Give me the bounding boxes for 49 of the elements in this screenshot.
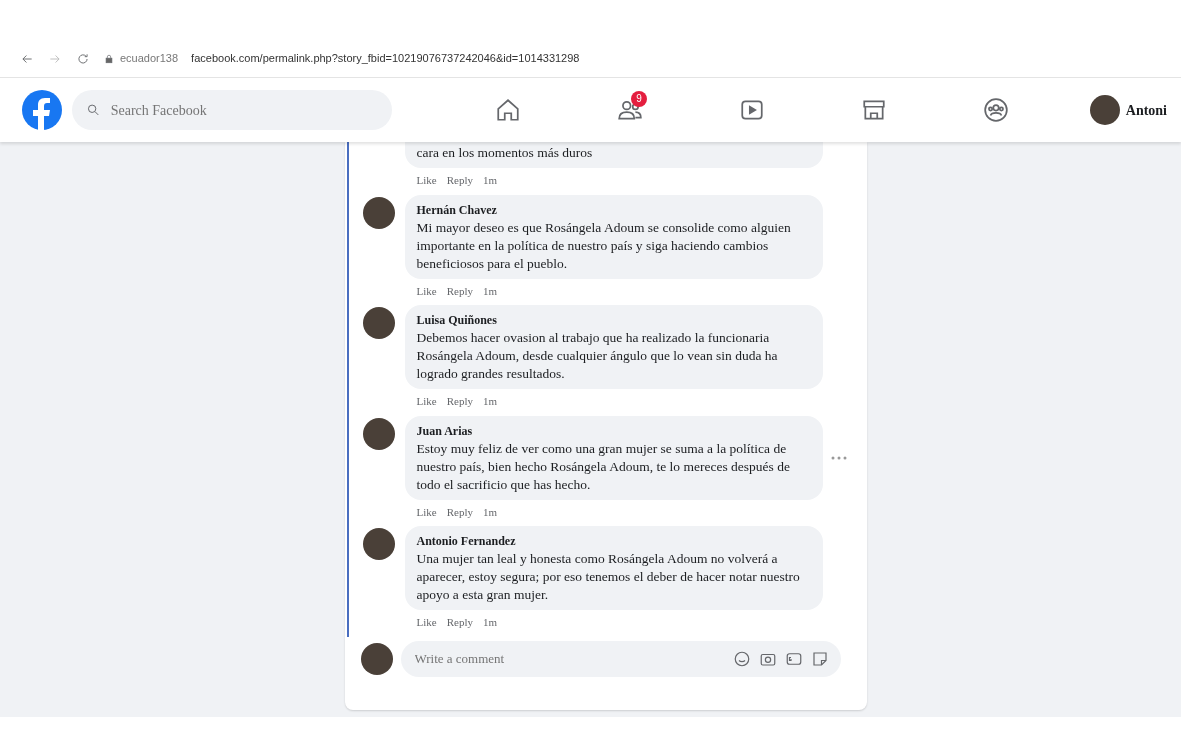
commenter-name[interactable]: Antonio Fernandez xyxy=(416,532,811,550)
like-link[interactable]: Like xyxy=(416,503,437,520)
like-link[interactable]: Like xyxy=(416,172,437,189)
comment-text: cara en los momentos más duros xyxy=(416,144,594,162)
group-icon[interactable] xyxy=(983,97,1009,123)
reply-link[interactable]: Reply xyxy=(446,172,473,189)
avatar[interactable] xyxy=(360,642,393,675)
timestamp[interactable]: 1m xyxy=(482,172,497,189)
sticker-icon[interactable] xyxy=(810,649,829,668)
like-link[interactable]: Like xyxy=(416,282,437,299)
avatar[interactable] xyxy=(1089,95,1120,125)
store-icon[interactable] xyxy=(861,97,887,123)
timestamp[interactable]: 1m xyxy=(482,393,497,410)
lock-icon xyxy=(104,53,114,64)
reload-icon[interactable] xyxy=(76,51,90,66)
play-icon[interactable] xyxy=(739,97,765,123)
search-field[interactable]: Search Facebook xyxy=(72,90,392,130)
commenter-name[interactable]: Luisa Quiñones xyxy=(416,311,811,329)
like-link[interactable]: Like xyxy=(416,614,437,631)
comment-text: Mi mayor deseo es que Rosángela Adoum se consolide como alguien importante en la política de nuestro país y siga haciendo cambios beneficiosos para el pueblo. xyxy=(416,218,792,273)
url-text[interactable]: facebook.com/permalink.php?story_fbid=10219076737242046&id=1014331298 xyxy=(191,50,580,67)
comment-text: Debemos hacer ovasion al trabajo que ha realizado la funcionaria Rosángela Adoum, desde cualquier ángulo que lo vean sin duda ha logrado grandes resultados. xyxy=(416,329,779,383)
search-icon xyxy=(86,102,101,118)
avatar[interactable] xyxy=(362,417,395,450)
timestamp[interactable]: 1m xyxy=(482,614,497,631)
timestamp[interactable]: 1m xyxy=(482,503,497,520)
avatar[interactable] xyxy=(362,196,395,229)
reply-link[interactable]: Reply xyxy=(446,614,473,631)
commenter-name[interactable]: Juan Arias xyxy=(416,421,811,440)
logo-icon[interactable] xyxy=(22,90,62,130)
more-options-icon[interactable] xyxy=(830,455,847,460)
avatar[interactable] xyxy=(362,307,395,339)
reply-link[interactable]: Reply xyxy=(446,503,473,520)
profile-name[interactable]: Antoni xyxy=(1125,99,1167,121)
reply-link[interactable]: Reply xyxy=(446,393,473,410)
reply-link[interactable]: Reply xyxy=(446,282,473,299)
comment-text: Estoy muy feliz de ver como una gran mujer se suma a la política de nuestro país, bien hecho Rosángela Adoum, te lo mereces después de todo el sacrificio que has hecho. xyxy=(416,439,791,494)
comment-text: Una mujer tan leal y honesta como Rosángela Adoum no volverá a aparecer, estoy segura; por eso tenemos el deber de hacer notar nuestro apoyo a esta gran mujer. xyxy=(416,550,801,604)
site-label: ecuador138 xyxy=(120,51,179,67)
commenter-name[interactable]: Hernán Chavez xyxy=(416,200,811,219)
like-link[interactable]: Like xyxy=(416,393,437,410)
home-icon[interactable] xyxy=(495,97,521,123)
avatar[interactable] xyxy=(362,528,395,560)
search-field[interactable]: Search Facebook xyxy=(108,98,378,122)
comment-field[interactable]: Write a comment xyxy=(400,640,841,677)
comment-field[interactable]: Write a comment xyxy=(412,647,733,670)
emoji-icon[interactable] xyxy=(732,649,751,668)
notification-count: 9 xyxy=(631,91,647,107)
timestamp[interactable]: 1m xyxy=(482,282,497,299)
